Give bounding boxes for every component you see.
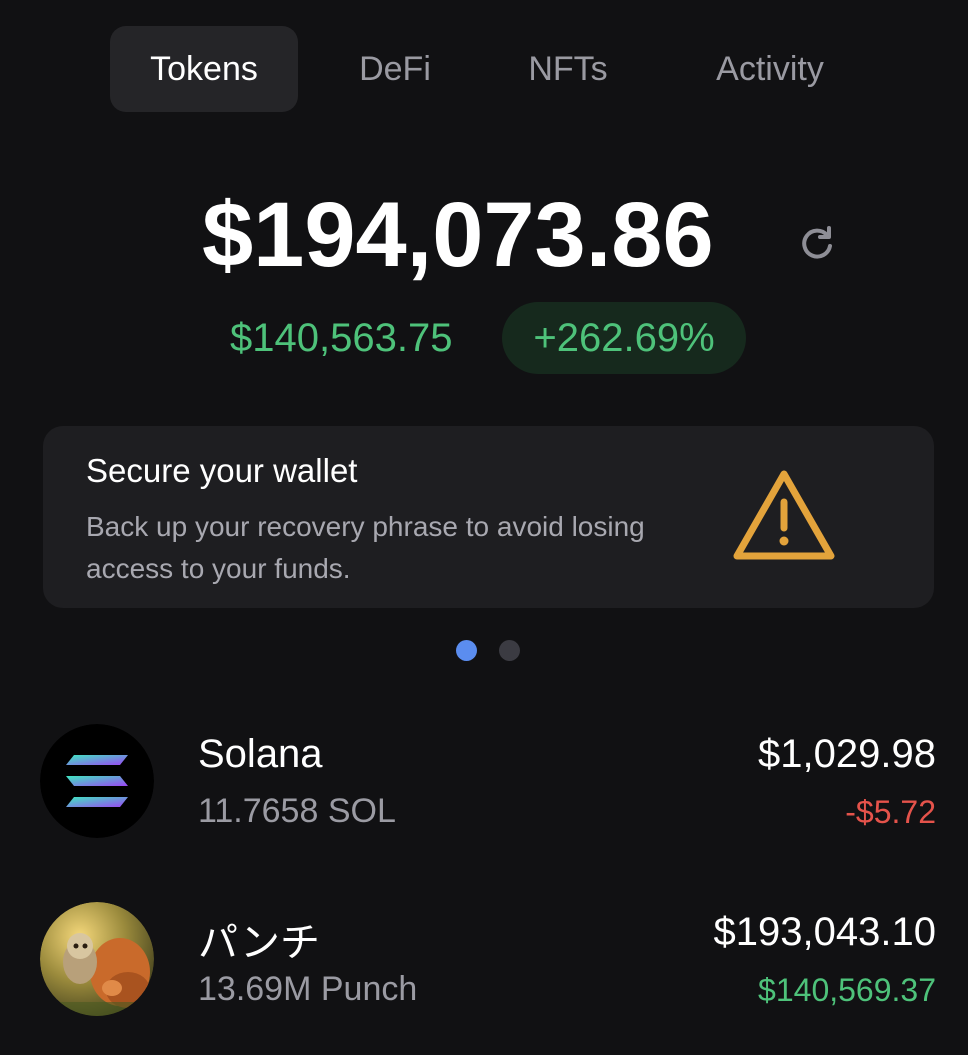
token-name: Solana: [198, 732, 323, 776]
token-row-punch[interactable]: パンチ 13.69M Punch $193,043.10 $140,569.37: [0, 900, 968, 1020]
token-amount: 11.7658 SOL: [198, 792, 396, 830]
warning-icon: [731, 468, 837, 564]
balance-change: $140,563.75 +262.69%: [0, 302, 968, 374]
balance-change-amount: $140,563.75: [230, 316, 453, 360]
pager-dot-active[interactable]: [456, 640, 477, 661]
tab-tokens[interactable]: Tokens: [110, 26, 298, 112]
wallet-home-screen: Tokens DeFi NFTs Activity $194,073.86 $1…: [0, 0, 968, 1055]
tab-bar: Tokens DeFi NFTs Activity: [110, 26, 870, 112]
token-amount: 13.69M Punch: [198, 970, 418, 1008]
token-change: -$5.72: [845, 794, 936, 830]
tab-nfts[interactable]: NFTs: [500, 26, 636, 112]
token-value: $193,043.10: [713, 910, 936, 954]
solana-logo-icon: [40, 724, 154, 838]
tab-activity[interactable]: Activity: [675, 26, 865, 112]
total-balance: $194,073.86: [202, 184, 714, 286]
refresh-icon[interactable]: [796, 222, 838, 264]
token-row-solana[interactable]: Solana 11.7658 SOL $1,029.98 -$5.72: [0, 722, 968, 842]
secure-wallet-banner[interactable]: Secure your wallet Back up your recovery…: [43, 426, 934, 608]
banner-pager: [456, 640, 526, 662]
token-value: $1,029.98: [758, 732, 936, 776]
punch-token-avatar: [40, 902, 154, 1016]
token-name: パンチ: [198, 921, 320, 965]
balance-change-percent-badge: +262.69%: [502, 302, 746, 374]
token-change: $140,569.37: [758, 972, 936, 1008]
balance-change-percent: +262.69%: [533, 315, 715, 360]
tab-defi[interactable]: DeFi: [332, 26, 458, 112]
banner-body: Back up your recovery phrase to avoid lo…: [86, 511, 645, 584]
banner-title: Secure your wallet: [86, 452, 358, 489]
pager-dot[interactable]: [499, 640, 520, 661]
